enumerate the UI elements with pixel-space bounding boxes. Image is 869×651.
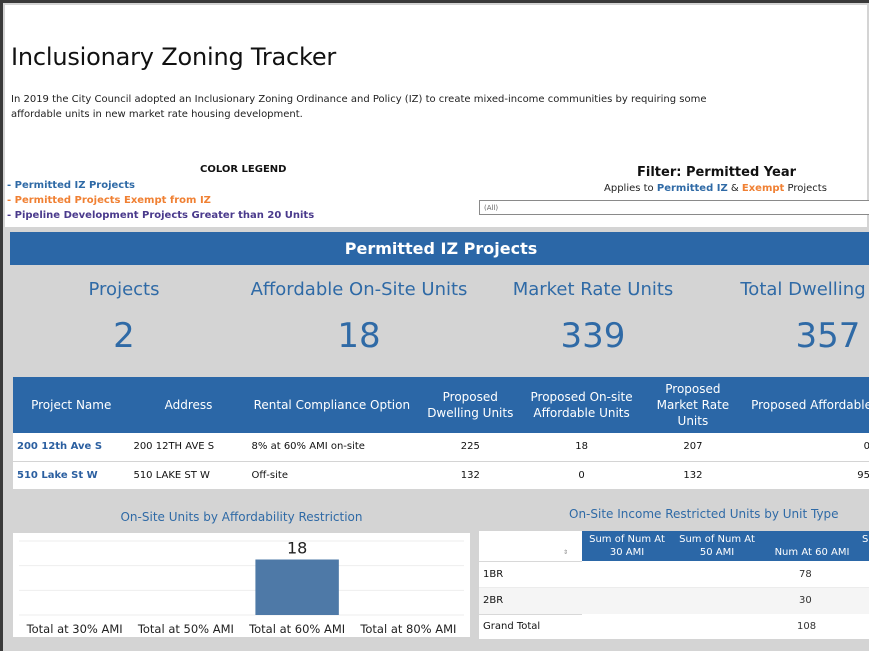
compliance-cell: Off-site: [247, 461, 417, 490]
sort-icon[interactable]: ⇕: [563, 549, 568, 556]
affordable-cell: 0: [747, 433, 869, 462]
kpi-market-label: Market Rate Units: [512, 279, 674, 300]
x-tick-label: Total at 30% AMI: [26, 622, 123, 636]
x-tick-label: Total at 60% AMI: [248, 622, 345, 636]
compliance-cell: 8% at 60% AMI on-site: [247, 433, 417, 462]
dwelling-units-cell: 132: [416, 461, 525, 490]
pivot-title: On-Site Income Restricted Units by Unit …: [569, 507, 839, 521]
kpi-market-value: 339: [560, 316, 626, 356]
permitted-year-filter-dropdown[interactable]: (All): [479, 200, 869, 215]
section-banner: Permitted IZ Projects: [10, 232, 869, 265]
pivot-1br-60ami: 78: [799, 569, 812, 580]
col-project-name[interactable]: Project Name: [13, 377, 130, 433]
kpi-projects-value: 2: [113, 316, 135, 356]
pivot-col-80ami[interactable]: Su: [862, 531, 869, 561]
pivot-2br-60ami: 30: [799, 595, 812, 606]
intro-text: In 2019 the City Council adopted an Incl…: [11, 94, 707, 120]
projects-table: Project Name Address Rental Compliance O…: [13, 377, 869, 490]
bar-total-at-60-ami[interactable]: [255, 559, 339, 616]
projects-table-header: Project Name Address Rental Compliance O…: [13, 377, 869, 433]
address-cell: 510 LAKE ST W: [129, 461, 248, 490]
col-rental-compliance[interactable]: Rental Compliance Option: [247, 377, 417, 433]
affordability-bar-chart: Total at 30% AMI Total at 50% AMI 18 Total …: [13, 533, 470, 637]
color-legend-title: COLOR LEGEND: [200, 164, 287, 175]
kpi-affordable-label: Affordable On-Site Units: [250, 279, 468, 300]
filter-sub-prefix: Applies to: [604, 183, 657, 194]
legend-item-exempt: - Permitted Projects Exempt from IZ: [7, 195, 211, 206]
col-address[interactable]: Address: [129, 377, 248, 433]
pivot-col-60ami[interactable]: Num At 60 AMI: [762, 531, 862, 561]
project-name-link[interactable]: 510 Lake St W: [13, 461, 130, 490]
legend-item-pipeline: - Pipeline Development Projects Greater …: [7, 210, 315, 221]
x-tick-label: Total at 80% AMI: [359, 622, 456, 636]
col-proposed-market-rate[interactable]: Proposed Market Rate Units: [638, 377, 748, 433]
kpi-total-value: 357: [795, 316, 861, 356]
pivot-corner: ⇕: [479, 531, 582, 561]
pivot-divider: [479, 561, 582, 562]
onsite-affordable-cell: 18: [524, 433, 639, 462]
market-rate-cell: 132: [638, 461, 748, 490]
pivot-row-grand-total: Grand Total: [483, 621, 541, 632]
pivot-row-1br: 1BR: [483, 569, 504, 580]
pivot-col-50ami[interactable]: Sum of Num At 50 AMI: [672, 531, 762, 561]
col-proposed-dwelling[interactable]: Proposed Dwelling Units: [416, 377, 525, 433]
address-cell: 200 12TH AVE S: [129, 433, 248, 462]
kpi-affordable-value: 18: [337, 316, 381, 356]
unit-type-pivot-table: ⇕ Sum of Num At 30 AMI Sum of Num At 50 …: [479, 531, 869, 639]
page-title: Inclusionary Zoning Tracker: [11, 43, 337, 71]
col-proposed-affordable[interactable]: Proposed Affordable: [747, 377, 869, 433]
filter-sub-exempt: Exempt: [741, 183, 785, 194]
pivot-row-2br: 2BR: [483, 595, 504, 606]
table-row[interactable]: 200 12th Ave S 200 12TH AVE S 8% at 60% …: [13, 433, 869, 462]
pivot-divider: [479, 614, 582, 615]
filter-subtitle: Applies to Permitted IZ & Exempt Project…: [604, 183, 827, 194]
bar-chart-svg: Total at 30% AMI Total at 50% AMI 18 Total …: [19, 539, 464, 636]
kpi-projects-label: Projects: [88, 279, 160, 300]
x-tick-label: Total at 50% AMI: [137, 622, 234, 636]
chart-title: On-Site Units by Affordability Restricti…: [120, 510, 363, 524]
filter-sub-amp: &: [727, 183, 742, 194]
pivot-col-30ami[interactable]: Sum of Num At 30 AMI: [582, 531, 672, 561]
filter-sub-suffix: Projects: [784, 183, 827, 194]
legend-item-permitted-iz: - Permitted IZ Projects: [7, 180, 135, 191]
pivot-total-60ami: 108: [797, 621, 817, 632]
filter-sub-permitted: Permitted IZ: [656, 183, 728, 194]
col-proposed-onsite-affordable[interactable]: Proposed On-site Affordable Units: [524, 377, 639, 433]
kpi-total-label: Total Dwelling: [740, 279, 866, 300]
onsite-affordable-cell: 0: [524, 461, 639, 490]
table-row[interactable]: 510 Lake St W 510 LAKE ST W Off-site 132…: [13, 461, 869, 490]
filter-title: Filter: Permitted Year: [637, 165, 797, 180]
project-name-link[interactable]: 200 12th Ave S: [13, 433, 130, 462]
affordable-cell: 95: [747, 461, 869, 490]
dwelling-units-cell: 225: [416, 433, 525, 462]
market-rate-cell: 207: [638, 433, 748, 462]
bar-data-label: 18: [287, 539, 307, 558]
